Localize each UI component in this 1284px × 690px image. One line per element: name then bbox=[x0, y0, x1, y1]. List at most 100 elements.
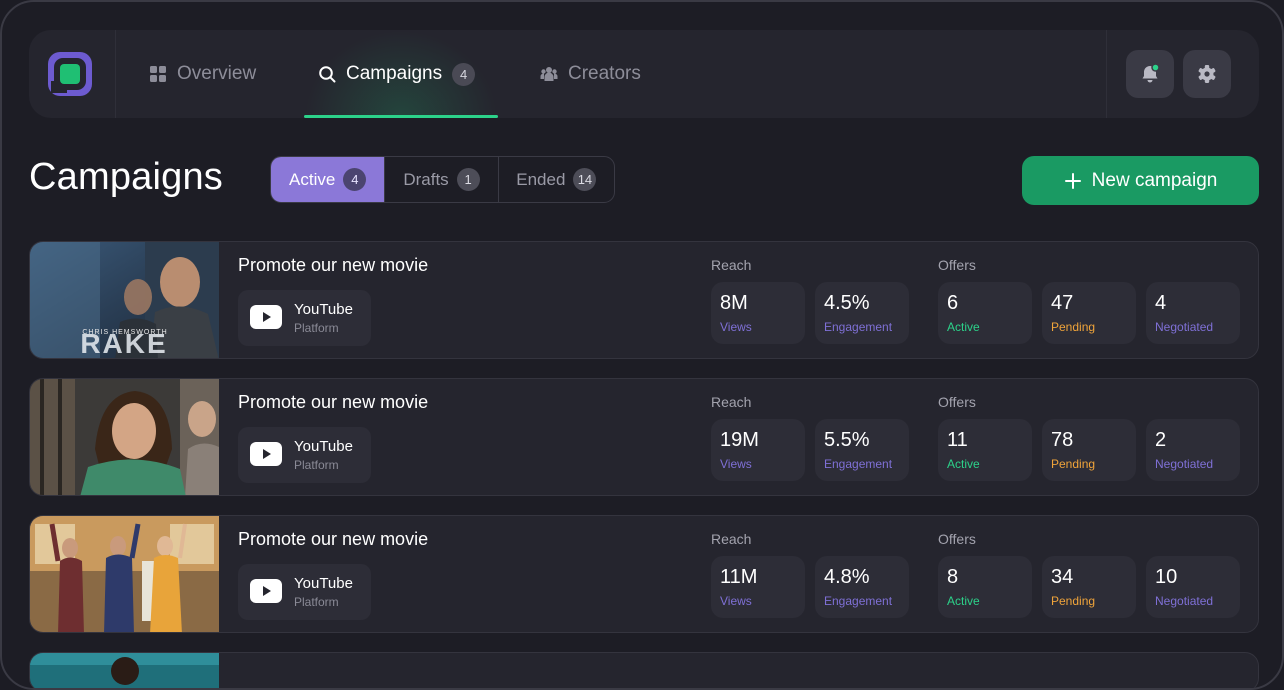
engagement-label: Engagement bbox=[824, 457, 893, 471]
reach-label: Reach bbox=[711, 531, 752, 547]
nav-creators[interactable]: Creators bbox=[540, 30, 641, 118]
pending-value: 34 bbox=[1051, 566, 1074, 588]
nav-campaigns-label: Campaigns bbox=[346, 63, 443, 84]
negotiated-offers-stat: 10 Negotiated bbox=[1146, 556, 1240, 618]
platform-name: YouTube bbox=[294, 575, 353, 592]
tab-ended-label: Ended bbox=[516, 169, 566, 189]
active-value: 11 bbox=[947, 429, 968, 451]
views-value: 8M bbox=[720, 292, 748, 314]
pending-offers-stat: 34 Pending bbox=[1042, 556, 1136, 618]
active-label: Active bbox=[947, 594, 980, 608]
logo-container bbox=[29, 30, 116, 118]
engagement-stat: 4.5% Engagement bbox=[815, 282, 909, 344]
offers-label: Offers bbox=[938, 531, 976, 547]
negotiated-label: Negotiated bbox=[1155, 320, 1214, 334]
views-stat: 8M Views bbox=[711, 282, 805, 344]
tab-active-label: Active bbox=[289, 169, 336, 189]
negotiated-label: Negotiated bbox=[1155, 594, 1214, 608]
active-offers-stat: 11 Active bbox=[938, 419, 1032, 481]
platform-sub: Platform bbox=[294, 595, 339, 609]
plus-icon bbox=[1064, 172, 1081, 189]
views-stat: 19M Views bbox=[711, 419, 805, 481]
offers-label: Offers bbox=[938, 394, 976, 410]
pending-offers-stat: 47 Pending bbox=[1042, 282, 1136, 344]
active-label: Active bbox=[947, 457, 980, 471]
active-offers-stat: 8 Active bbox=[938, 556, 1032, 618]
campaign-title: Promote our new movie bbox=[238, 255, 429, 275]
engagement-value: 5.5% bbox=[824, 429, 870, 451]
engagement-label: Engagement bbox=[824, 594, 893, 608]
reach-label: Reach bbox=[711, 257, 752, 273]
nav-overview-label: Overview bbox=[177, 63, 257, 84]
platform-name: YouTube bbox=[294, 301, 353, 318]
campaign-row[interactable]: Promote our new movie YouTube Platform R… bbox=[29, 515, 1259, 633]
platform-card: YouTube Platform bbox=[238, 290, 371, 346]
bell-icon bbox=[1142, 63, 1160, 83]
grid-icon bbox=[150, 66, 166, 82]
app-window: Overview Campaigns 4 Creators Campaigns … bbox=[0, 0, 1284, 690]
campaign-thumbnail[interactable] bbox=[30, 653, 219, 690]
nav-creators-label: Creators bbox=[568, 63, 641, 84]
platform-sub: Platform bbox=[294, 321, 339, 335]
negotiated-value: 4 bbox=[1155, 292, 1167, 314]
engagement-value: 4.8% bbox=[824, 566, 870, 588]
views-label: Views bbox=[720, 457, 752, 471]
offers-label: Offers bbox=[938, 257, 976, 273]
campaign-thumbnail[interactable] bbox=[30, 516, 219, 633]
campaign-title: Promote our new movie bbox=[238, 529, 429, 549]
pending-label: Pending bbox=[1051, 594, 1096, 608]
campaign-row[interactable]: CHRIS HEMSWORTH RAKE Promote our new mov… bbox=[29, 241, 1259, 359]
nav-divider bbox=[1106, 30, 1107, 118]
engagement-value: 4.5% bbox=[824, 292, 870, 314]
campaign-title: Promote our new movie bbox=[238, 392, 429, 412]
youtube-icon bbox=[250, 442, 282, 466]
tab-active[interactable]: Active 4 bbox=[271, 157, 386, 202]
status-tabs: Active 4 Drafts 1 Ended 14 bbox=[270, 156, 615, 203]
negotiated-label: Negotiated bbox=[1155, 457, 1214, 471]
app-logo-icon[interactable] bbox=[46, 50, 94, 98]
thumbnail-title: RAKE bbox=[80, 328, 167, 359]
youtube-icon bbox=[250, 305, 282, 329]
gear-icon bbox=[1198, 65, 1216, 83]
engagement-label: Engagement bbox=[824, 320, 893, 334]
nav-campaigns-badge: 4 bbox=[452, 62, 476, 86]
settings-button[interactable] bbox=[1183, 50, 1231, 98]
engagement-stat: 5.5% Engagement bbox=[815, 419, 909, 481]
active-value: 8 bbox=[947, 566, 959, 588]
notifications-button[interactable] bbox=[1126, 50, 1174, 98]
negotiated-offers-stat: 2 Negotiated bbox=[1146, 419, 1240, 481]
nav-campaigns[interactable]: Campaigns 4 bbox=[318, 30, 476, 118]
campaign-thumbnail[interactable] bbox=[30, 379, 219, 496]
negotiated-value: 10 bbox=[1155, 566, 1178, 588]
tab-ended[interactable]: Ended 14 bbox=[499, 157, 614, 202]
tab-drafts[interactable]: Drafts 1 bbox=[385, 157, 499, 202]
search-icon bbox=[319, 66, 336, 83]
tab-drafts-label: Drafts bbox=[403, 169, 449, 189]
campaign-row[interactable] bbox=[29, 652, 1259, 690]
views-label: Views bbox=[720, 594, 752, 608]
new-campaign-label: New campaign bbox=[1091, 169, 1218, 191]
platform-card: YouTube Platform bbox=[238, 564, 371, 620]
engagement-stat: 4.8% Engagement bbox=[815, 556, 909, 618]
pending-label: Pending bbox=[1051, 457, 1096, 471]
youtube-icon bbox=[250, 579, 282, 603]
page-title: Campaigns bbox=[29, 156, 224, 198]
pending-value: 78 bbox=[1051, 429, 1074, 451]
platform-name: YouTube bbox=[294, 438, 353, 455]
tab-ended-count: 14 bbox=[573, 168, 597, 191]
pending-label: Pending bbox=[1051, 320, 1096, 334]
new-campaign-button[interactable]: New campaign bbox=[1022, 156, 1259, 205]
pending-offers-stat: 78 Pending bbox=[1042, 419, 1136, 481]
views-value: 19M bbox=[720, 429, 759, 451]
negotiated-value: 2 bbox=[1155, 429, 1167, 451]
nav-overview[interactable]: Overview bbox=[149, 30, 256, 118]
platform-card: YouTube Platform bbox=[238, 427, 371, 483]
reach-label: Reach bbox=[711, 394, 752, 410]
platform-sub: Platform bbox=[294, 458, 339, 472]
views-value: 11M bbox=[720, 566, 758, 588]
views-label: Views bbox=[720, 320, 752, 334]
active-value: 6 bbox=[947, 292, 959, 314]
active-offers-stat: 6 Active bbox=[938, 282, 1032, 344]
campaign-row[interactable]: Promote our new movie YouTube Platform R… bbox=[29, 378, 1259, 496]
campaign-thumbnail[interactable]: CHRIS HEMSWORTH RAKE bbox=[30, 242, 219, 359]
